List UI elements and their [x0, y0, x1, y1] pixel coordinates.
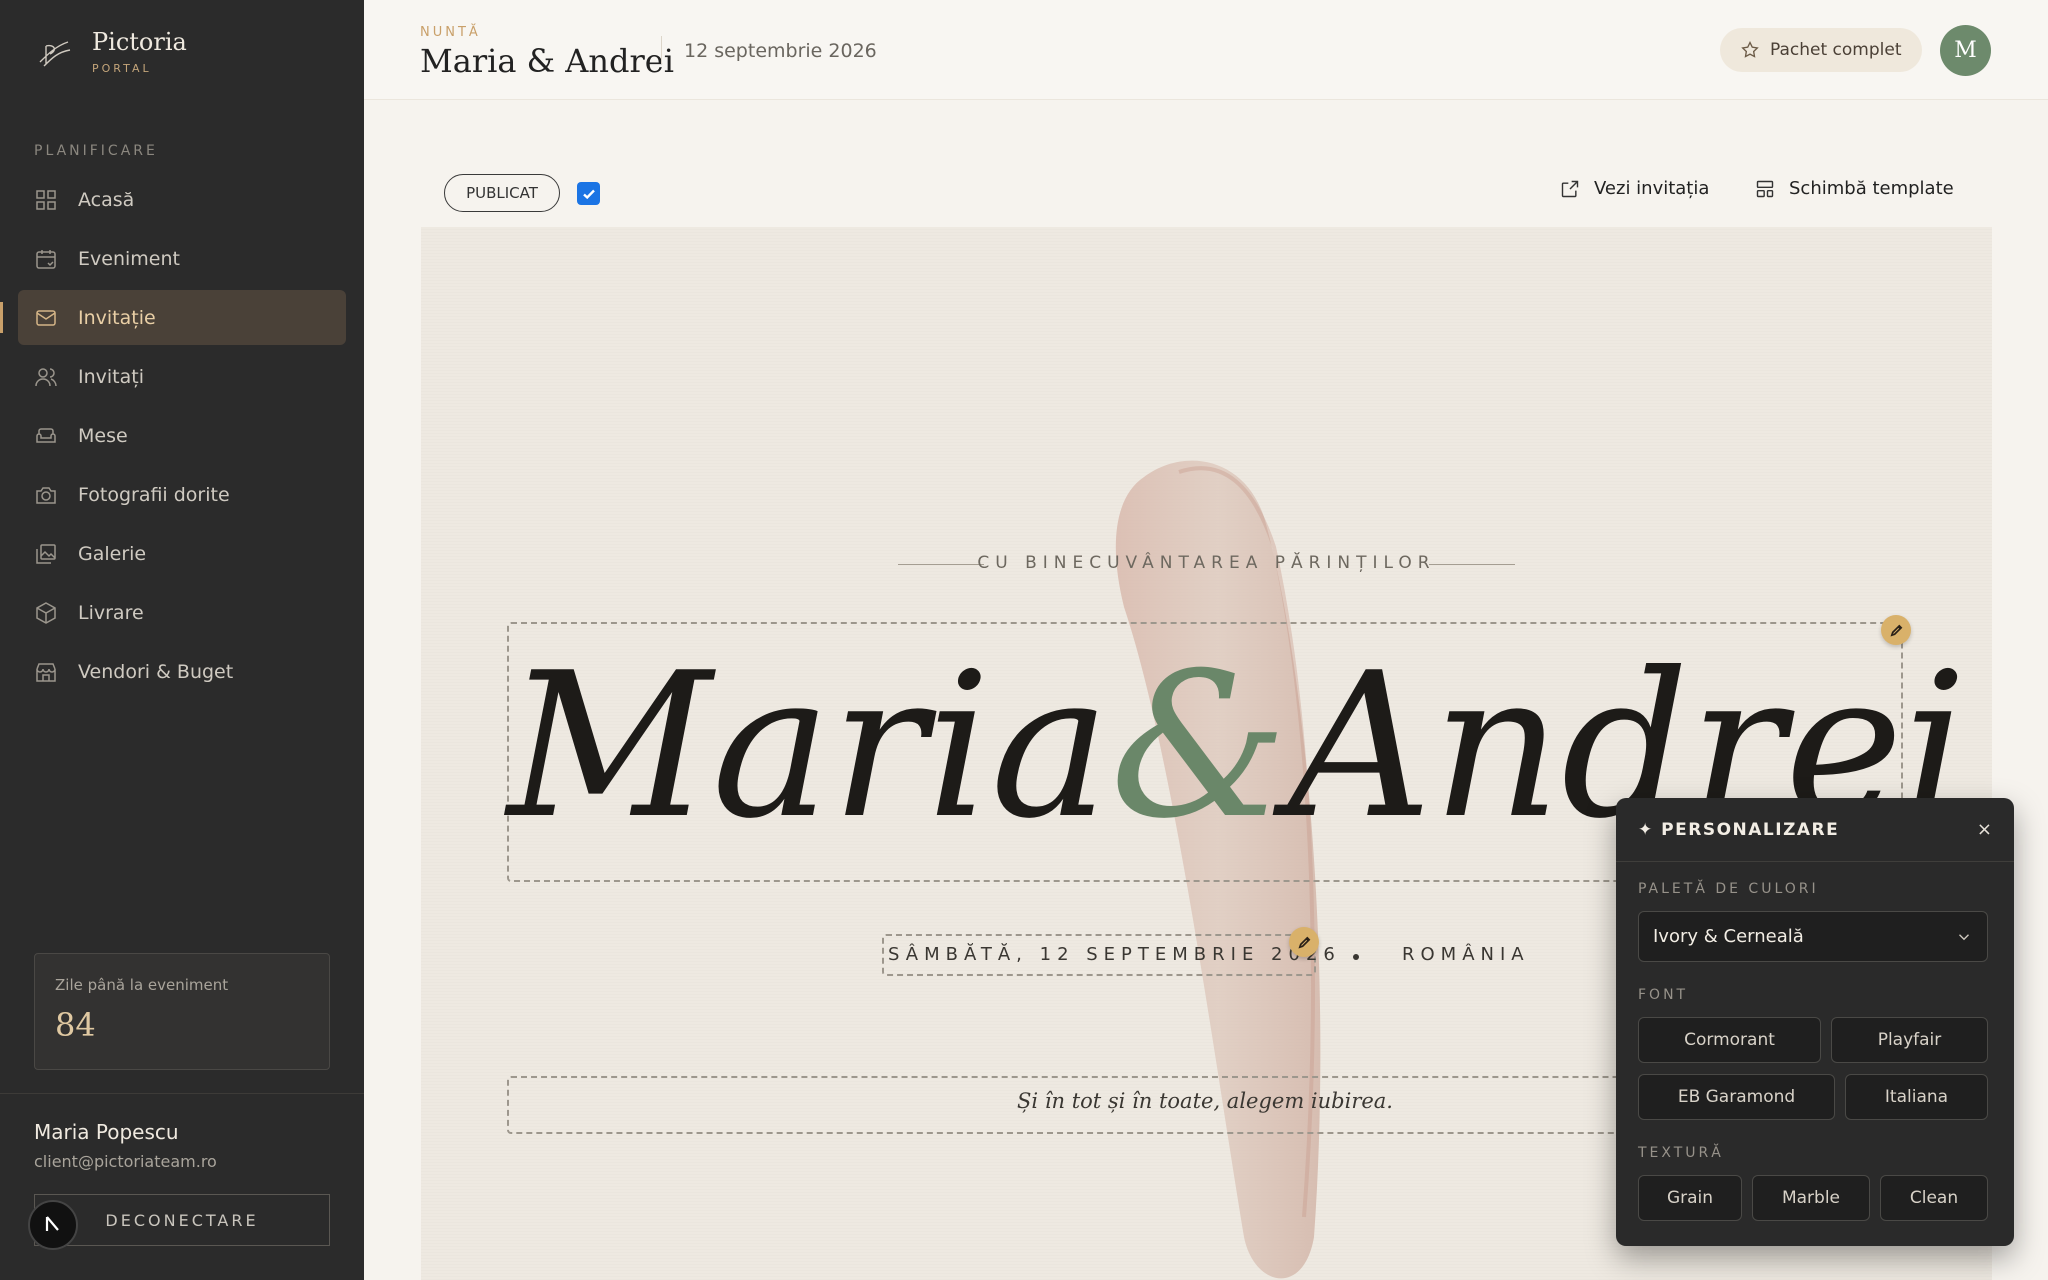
store-icon: [36, 662, 56, 682]
texture-option-marble[interactable]: Marble: [1752, 1175, 1870, 1221]
users-icon: [35, 367, 57, 386]
header-divider: [661, 36, 662, 64]
calendar-icon: [36, 249, 56, 269]
brand-name: Pictoria: [92, 28, 187, 56]
template-icon: [1756, 180, 1774, 197]
texture-option-clean[interactable]: Clean: [1880, 1175, 1988, 1221]
countdown-label: Zile până la eveniment: [55, 976, 229, 994]
sidebar-item-label: Eveniment: [78, 247, 180, 270]
panel-header: ✦ PERSONALIZARE ×: [1616, 798, 2014, 862]
sidebar-item-invitati[interactable]: Invitați: [18, 349, 346, 404]
ampersand: &: [1109, 630, 1288, 863]
package-label: Pachet complet: [1770, 40, 1902, 60]
sidebar-item-invitatie[interactable]: Invitație: [0, 290, 346, 345]
nav-section-label: PLANIFICARE: [34, 143, 158, 159]
change-template-button[interactable]: Schimbă template: [1755, 178, 1954, 199]
grid-icon: [36, 189, 56, 210]
blessing-line-right: [1429, 564, 1515, 565]
edit-date-icon[interactable]: [1289, 927, 1319, 957]
view-invitation-link[interactable]: Vezi invitația: [1560, 178, 1709, 199]
sidebar-item-livrare[interactable]: Livrare: [18, 585, 346, 640]
font-option-cormorant[interactable]: Cormorant: [1638, 1017, 1821, 1063]
user-email: client@pictoriateam.ro: [34, 1152, 217, 1171]
event-date-text: SÂMBĂTĂ, 12 SEPTEMBRIE 2026: [888, 944, 1341, 965]
user-name: Maria Popescu: [34, 1120, 179, 1144]
font-option-eb-garamond[interactable]: EB Garamond: [1638, 1074, 1835, 1120]
texture-option-grain[interactable]: Grain: [1638, 1175, 1742, 1221]
edit-names-icon[interactable]: [1881, 615, 1911, 645]
font-label: FONT: [1638, 987, 1689, 1003]
status-badge: PUBLICAT: [444, 174, 560, 212]
panel-title: ✦ PERSONALIZARE: [1638, 819, 1840, 840]
brand-sub: PORTAL: [92, 62, 152, 75]
page-header: NUNTĂ Maria & Andrei 12 septembrie 2026 …: [364, 0, 2048, 100]
countdown-card: Zile până la eveniment 84: [34, 953, 330, 1070]
sidebar-item-label: Fotografii dorite: [78, 483, 230, 506]
separator-dot: [1353, 954, 1359, 960]
brand-logo-icon: [39, 40, 71, 66]
texture-label: TEXTURĂ: [1638, 1145, 1724, 1161]
star-icon: [1741, 40, 1759, 58]
gallery-icon: [36, 543, 56, 564]
check-icon: [582, 189, 595, 199]
main-nav: Acasă Eveniment Invitație Invitați Mese …: [0, 172, 346, 703]
sidebar-item-label: Acasă: [78, 188, 135, 211]
palette-value: Ivory & Cerneală: [1653, 926, 1804, 947]
avatar[interactable]: M: [1940, 25, 1991, 76]
sidebar-item-label: Livrare: [78, 601, 144, 624]
logout-button[interactable]: DECONECTARE: [34, 1194, 330, 1246]
event-type: NUNTĂ: [420, 25, 481, 40]
chevron-down-icon: [1959, 933, 1969, 940]
brand[interactable]: Pictoria PORTAL: [34, 30, 187, 75]
sidebar-item-label: Galerie: [78, 542, 147, 565]
mail-icon: [36, 309, 56, 326]
page-title: Maria & Andrei: [420, 42, 674, 80]
sidebar-item-vendori[interactable]: Vendori & Buget: [18, 644, 346, 699]
sidebar-item-label: Invitație: [78, 306, 156, 329]
personalize-panel: ✦ PERSONALIZARE × PALETĂ DE CULORI Ivory…: [1616, 798, 2014, 1246]
font-option-italiana[interactable]: Italiana: [1845, 1074, 1988, 1120]
sidebar-item-acasa[interactable]: Acasă: [18, 172, 346, 227]
change-template-label: Schimbă template: [1789, 178, 1954, 199]
bride-name: Maria: [507, 630, 1110, 863]
camera-icon: [36, 486, 56, 504]
country-text: ROMÂNIA: [1402, 944, 1530, 965]
cursor-icon[interactable]: [28, 1200, 78, 1250]
sidebar-item-label: Vendori & Buget: [78, 660, 234, 683]
sidebar-item-eveniment[interactable]: Eveniment: [18, 231, 346, 286]
package-badge[interactable]: Pachet complet: [1720, 28, 1922, 72]
event-date: 12 septembrie 2026: [684, 40, 877, 62]
sidebar-item-label: Mese: [78, 424, 128, 447]
external-link-icon: [1561, 180, 1579, 197]
publish-checkbox[interactable]: [577, 182, 600, 205]
sidebar-item-mese[interactable]: Mese: [18, 408, 346, 463]
sidebar: Pictoria PORTAL PLANIFICARE Acasă Evenim…: [0, 0, 364, 1280]
palette-select[interactable]: Ivory & Cerneală: [1638, 911, 1988, 962]
view-invitation-label: Vezi invitația: [1594, 178, 1710, 199]
countdown-value: 84: [55, 1006, 96, 1044]
sidebar-item-galerie[interactable]: Galerie: [18, 526, 346, 581]
sofa-icon: [36, 427, 56, 443]
sidebar-item-fotografii[interactable]: Fotografii dorite: [18, 467, 346, 522]
close-icon[interactable]: ×: [1977, 819, 1992, 840]
sidebar-divider: [0, 1093, 364, 1094]
blessing-text: CU BINECUVÂNTAREA PĂRINȚILOR: [977, 553, 1436, 573]
font-option-playfair[interactable]: Playfair: [1831, 1017, 1988, 1063]
package-icon: [36, 601, 56, 624]
sidebar-item-label: Invitați: [78, 365, 144, 388]
palette-label: PALETĂ DE CULORI: [1638, 881, 1819, 897]
